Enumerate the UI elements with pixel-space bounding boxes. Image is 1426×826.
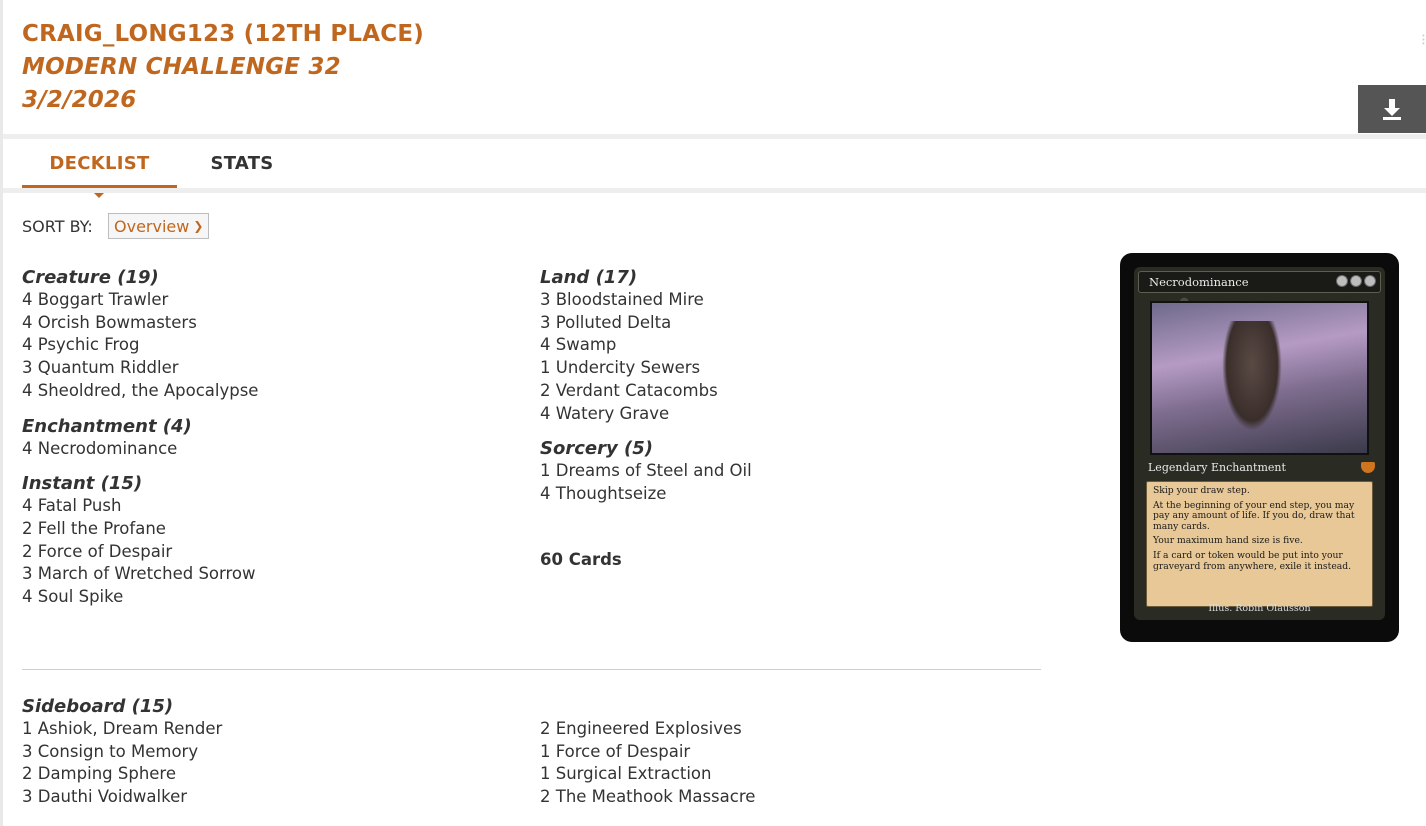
card-entry[interactable]: 1 Ashiok, Dream Render <box>22 718 222 741</box>
card-entry[interactable]: 1 Dreams of Steel and Oil <box>540 460 752 483</box>
deck-header: CRAIG_LONG123 (12TH PLACE) MODERN CHALLE… <box>22 18 424 117</box>
maindeck-right-column: Land (17) 3 Bloodstained Mire 3 Polluted… <box>540 266 752 518</box>
section-title: Sorcery (5) <box>540 438 653 460</box>
download-icon <box>1383 99 1401 120</box>
sort-selected-value: Overview <box>114 216 190 236</box>
card-entry[interactable]: 3 March of Wretched Sorrow <box>22 563 258 586</box>
set-symbol-icon <box>1361 462 1375 473</box>
card-entry[interactable]: 2 Verdant Catacombs <box>540 380 752 403</box>
rules-line: Skip your draw step. <box>1153 485 1250 496</box>
card-entry[interactable]: 2 Damping Sphere <box>22 763 222 786</box>
mana-cost-icon <box>1336 275 1376 287</box>
card-entry[interactable]: 1 Force of Despair <box>540 741 755 764</box>
minimize-icon[interactable]: ⁝ <box>1421 30 1426 50</box>
card-entry[interactable]: 3 Dauthi Voidwalker <box>22 786 222 809</box>
card-entry[interactable]: 2 Fell the Profane <box>22 518 258 541</box>
card-entry[interactable]: 2 The Meathook Massacre <box>540 786 755 809</box>
card-section-sorcery: Sorcery (5) 1 Dreams of Steel and Oil 4 … <box>540 437 752 505</box>
card-type-line: Legendary Enchantment <box>1138 459 1381 477</box>
card-entry[interactable]: 3 Quantum Riddler <box>22 357 258 380</box>
rules-line: At the beginning of your end step, you m… <box>1153 499 1355 532</box>
card-illustrator: Illus. Robin Olausson <box>1208 603 1311 614</box>
sideboard-left-column: Sideboard (15) 1 Ashiok, Dream Render 3 … <box>22 695 222 809</box>
art-figure <box>1222 321 1282 431</box>
sort-by-select[interactable]: Overview ❯ <box>108 213 209 239</box>
header-separator <box>3 134 1426 139</box>
rules-line: If a card or token would be put into you… <box>1153 549 1352 572</box>
card-entry[interactable]: 4 Fatal Push <box>22 495 258 518</box>
card-entry[interactable]: 4 Psychic Frog <box>22 334 258 357</box>
card-entry[interactable]: 4 Sheoldred, the Apocalypse <box>22 380 258 403</box>
card-name: Necrodominance <box>1149 275 1249 289</box>
card-entry[interactable]: 3 Bloodstained Mire <box>540 289 752 312</box>
section-title: Creature (19) <box>22 267 159 288</box>
card-entry[interactable]: 4 Watery Grave <box>540 403 752 426</box>
sideboard-divider <box>22 669 1041 670</box>
card-entry[interactable]: 1 Undercity Sewers <box>540 357 752 380</box>
sideboard-title: Sideboard (15) <box>22 696 174 717</box>
maindeck-left-column: Creature (19) 4 Boggart Trawler 4 Orcish… <box>22 266 258 621</box>
card-artwork <box>1150 301 1369 455</box>
chevron-down-icon: ❯ <box>193 219 204 233</box>
tab-stats[interactable]: STATS <box>190 145 294 185</box>
player-title: CRAIG_LONG123 (12TH PLACE) <box>22 21 424 47</box>
card-rules-text: Skip your draw step. At the beginning of… <box>1146 481 1373 607</box>
card-section-instant: Instant (15) 4 Fatal Push 2 Fell the Pro… <box>22 472 258 609</box>
event-date: 3/2/2026 <box>22 87 137 113</box>
card-entry[interactable]: 4 Orcish Bowmasters <box>22 312 258 335</box>
card-entry[interactable]: 1 Surgical Extraction <box>540 763 755 786</box>
section-title: Enchantment (4) <box>22 415 192 437</box>
card-entry[interactable]: 4 Thoughtseize <box>540 483 752 506</box>
left-border <box>0 0 3 826</box>
card-frame: Necrodominance Legendary Enchantment Ski… <box>1134 267 1385 620</box>
section-title: Instant (15) <box>22 473 143 495</box>
section-title: Land (17) <box>540 267 638 288</box>
card-entry[interactable]: 3 Consign to Memory <box>22 741 222 764</box>
card-entry[interactable]: 3 Polluted Delta <box>540 312 752 335</box>
card-entry[interactable]: 4 Swamp <box>540 334 752 357</box>
sideboard-right-column: 2 Engineered Explosives 1 Force of Despa… <box>540 718 755 809</box>
tab-decklist[interactable]: DECKLIST <box>22 145 177 189</box>
card-entry[interactable]: 4 Necrodominance <box>22 438 258 461</box>
tabs-separator <box>3 188 1426 193</box>
card-section-creature: Creature (19) 4 Boggart Trawler 4 Orcish… <box>22 266 258 403</box>
card-entry[interactable]: 2 Engineered Explosives <box>540 718 755 741</box>
download-button[interactable] <box>1358 85 1426 133</box>
card-entry[interactable]: 4 Soul Spike <box>22 586 258 609</box>
card-name-bar: Necrodominance <box>1138 271 1381 293</box>
card-entry[interactable]: 2 Force of Despair <box>22 541 258 564</box>
sort-by-label: SORT BY: <box>22 217 93 236</box>
card-section-land: Land (17) 3 Bloodstained Mire 3 Polluted… <box>540 266 752 425</box>
card-section-enchantment: Enchantment (4) 4 Necrodominance <box>22 415 258 461</box>
card-entry[interactable]: 4 Boggart Trawler <box>22 289 258 312</box>
rules-line: Your maximum hand size is five. <box>1153 535 1303 547</box>
card-preview-image: Necrodominance Legendary Enchantment Ski… <box>1120 253 1399 642</box>
card-total: 60 Cards <box>540 550 622 569</box>
event-title: MODERN CHALLENGE 32 <box>22 54 341 80</box>
card-type: Legendary Enchantment <box>1148 461 1286 474</box>
